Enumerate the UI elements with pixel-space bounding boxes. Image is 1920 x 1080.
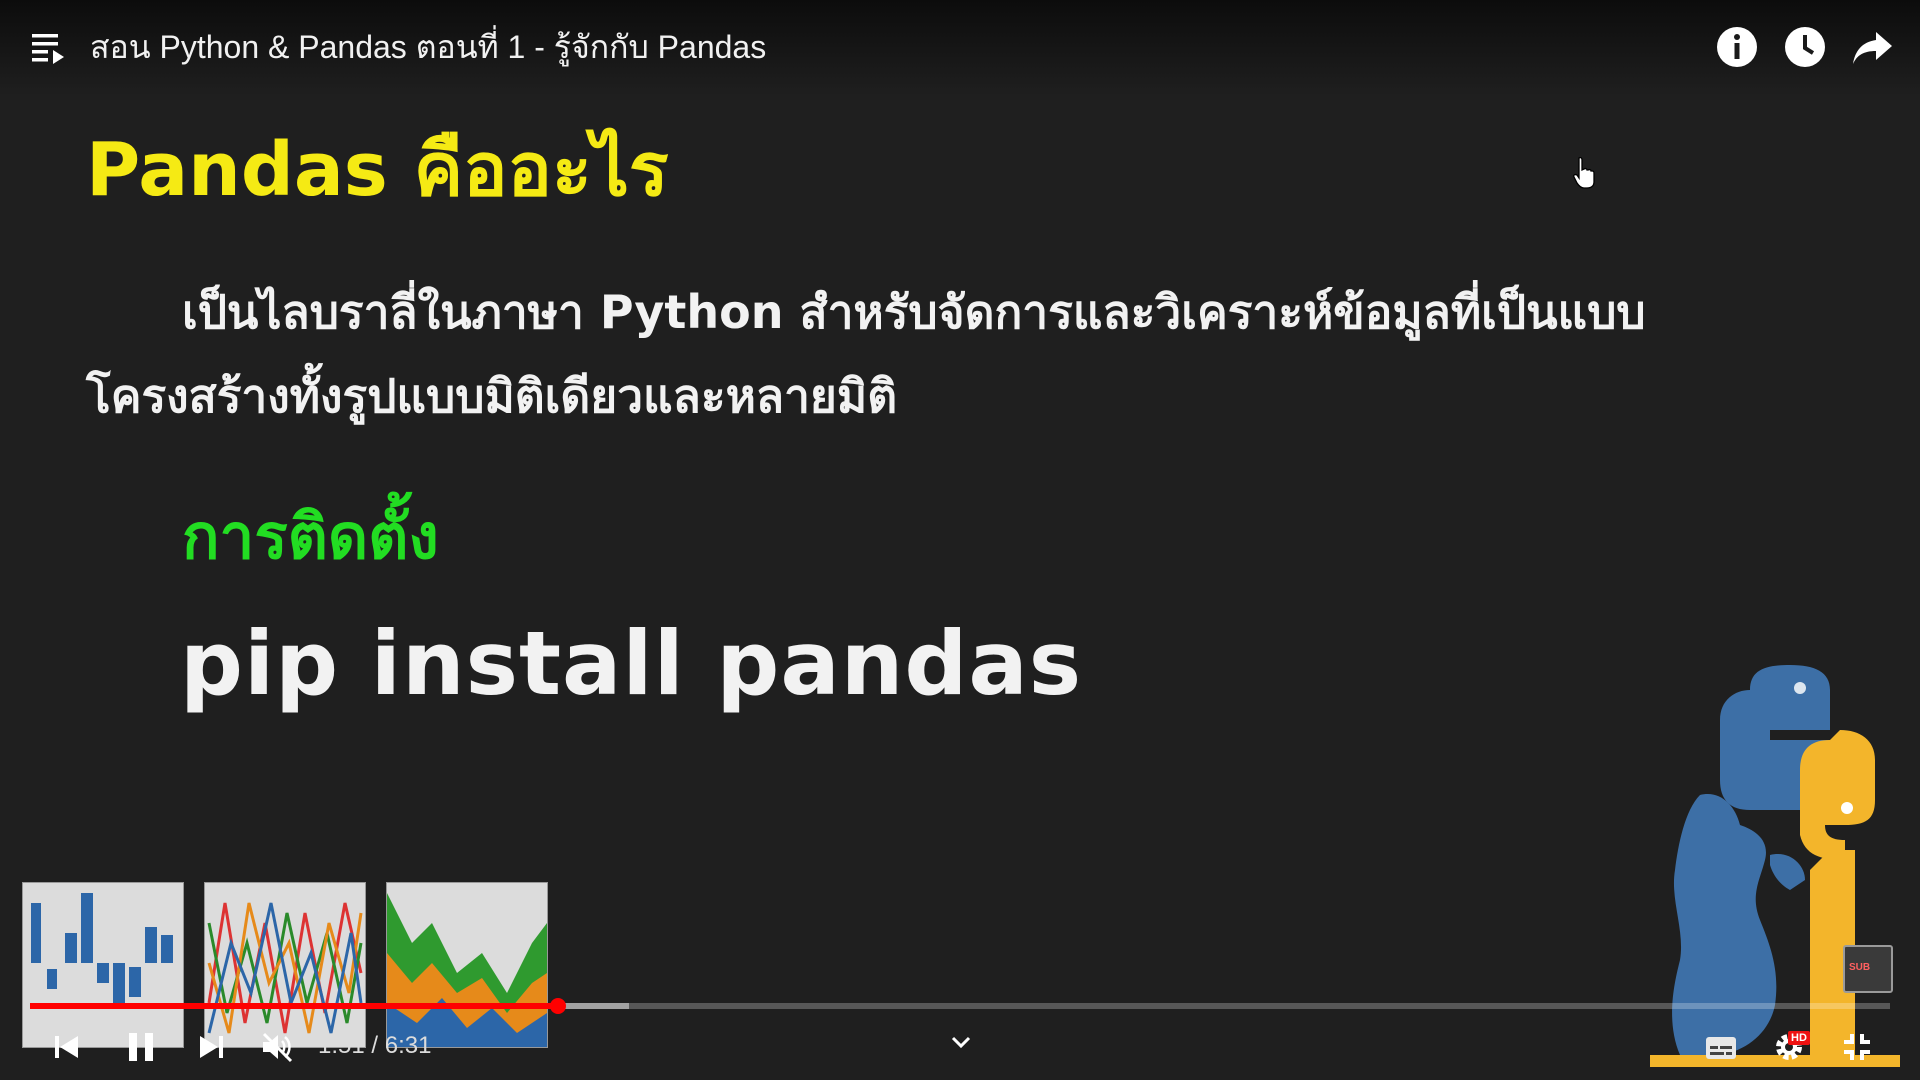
time-total: 6:31 [384,1032,432,1059]
fullscreen-exit-icon[interactable] [1840,1030,1874,1064]
slide-heading: Pandas คืออะไร [86,127,669,213]
hand-cursor-icon [1573,156,1595,189]
video-title[interactable]: สอน Python & Pandas ตอนที่ 1 - รู้จักกับ… [90,22,766,73]
progress-played [30,1003,559,1009]
slide-description: เป็นไลบราลี่ในภาษา Python สำหรับจัดการแล… [86,285,1646,423]
progress-bar[interactable] [30,998,1890,1014]
sub-badge-label: SUB [1849,962,1871,973]
skip-next-icon[interactable] [196,1032,226,1062]
line-chart-thumbnail [204,882,366,1048]
hd-badge: HD [1788,1031,1810,1045]
pause-icon[interactable] [124,1030,158,1064]
clock-icon[interactable] [1782,24,1828,70]
playlist-icon[interactable] [30,28,68,66]
area-chart-thumbnail [386,882,548,1048]
time-current: 1:51 [318,1032,365,1059]
progress-scrubber[interactable] [550,998,567,1014]
install-command: pip install pandas [180,612,1083,715]
time-separator: / [364,1032,385,1059]
time-display: 1:51 / 6:31 [318,1032,431,1060]
volume-muted-icon[interactable] [260,1030,294,1064]
bar-chart-thumbnail [22,882,184,1048]
chevron-down-icon[interactable] [948,1032,974,1052]
subscribe-watermark-badge[interactable]: SUB [1843,945,1893,993]
info-icon[interactable] [1714,24,1760,70]
install-heading: การติดตั้ง [182,500,439,573]
share-icon[interactable] [1850,24,1896,70]
skip-previous-icon[interactable] [52,1032,82,1062]
subtitles-icon[interactable] [1704,1034,1738,1062]
